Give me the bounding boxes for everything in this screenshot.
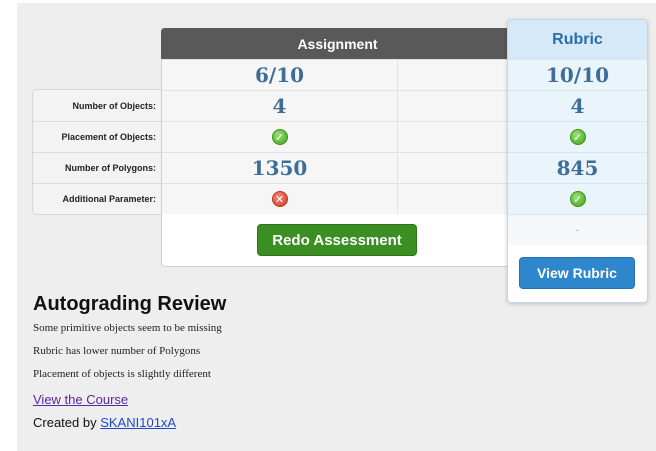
cross-icon: ✕	[271, 191, 288, 207]
rubric-panel: Rubric 10/10 4 ✓ 845 ✓ - View Rubric	[507, 19, 648, 303]
criteria-labels: Number of Objects: Placement of Objects:…	[32, 89, 164, 215]
assignment-objects-row: 4	[162, 90, 512, 121]
assignment-score-row: 6/10	[162, 59, 512, 90]
rubric-score-row: 10/10	[508, 59, 647, 90]
view-course-link[interactable]: View the Course	[33, 392, 128, 407]
check-icon: ✓	[271, 129, 288, 145]
assignment-header: Assignment	[161, 28, 514, 59]
assignment-panel: Assignment 6/10 4 ✓ 1350 ✕ Redo Assessme…	[161, 28, 514, 267]
review-line: Rubric has lower number of Polygons	[33, 345, 201, 357]
review-line: Placement of objects is slightly differe…	[33, 368, 211, 380]
rubric-extra-value: -	[576, 225, 579, 235]
rubric-score: 10/10	[546, 63, 609, 87]
review-line: Some primitive objects seem to be missin…	[33, 322, 222, 334]
rubric-objects-row: 4	[508, 90, 647, 121]
redo-assessment-button[interactable]: Redo Assessment	[257, 224, 417, 256]
created-prefix: Created by	[33, 415, 97, 430]
assignment-num-polygons: 1350	[251, 156, 308, 180]
assignment-num-objects: 4	[272, 94, 287, 118]
label-number-of-objects: Number of Objects:	[72, 100, 156, 111]
rubric-header: Rubric	[508, 20, 647, 59]
author-link[interactable]: SKANI101xA	[100, 415, 176, 430]
autograding-review: Autograding Review Some primitive object…	[33, 293, 473, 430]
rubric-placement-row: ✓	[508, 121, 647, 152]
view-rubric-button[interactable]: View Rubric	[519, 257, 635, 289]
check-icon: ✓	[569, 191, 586, 207]
check-icon: ✓	[569, 129, 586, 145]
label-number-of-polygons: Number of Polygons:	[33, 152, 163, 183]
rubric-extra-row: -	[508, 214, 647, 245]
assignment-polygons-row: 1350	[162, 152, 512, 183]
label-additional-parameter: Additional Parameter:	[33, 183, 163, 214]
assignment-additional-row: ✕	[162, 183, 512, 214]
review-title: Autograding Review	[33, 293, 227, 315]
created-by: Created by SKANI101xA	[33, 415, 473, 430]
rubric-polygons-row: 845	[508, 152, 647, 183]
rubric-num-objects: 4	[570, 94, 585, 118]
label-placement-of-objects: Placement of Objects:	[33, 121, 163, 152]
rubric-additional-row: ✓	[508, 183, 647, 214]
assignment-score: 6/10	[254, 63, 305, 87]
rubric-num-polygons: 845	[556, 156, 599, 180]
assignment-placement-row: ✓	[162, 121, 512, 152]
